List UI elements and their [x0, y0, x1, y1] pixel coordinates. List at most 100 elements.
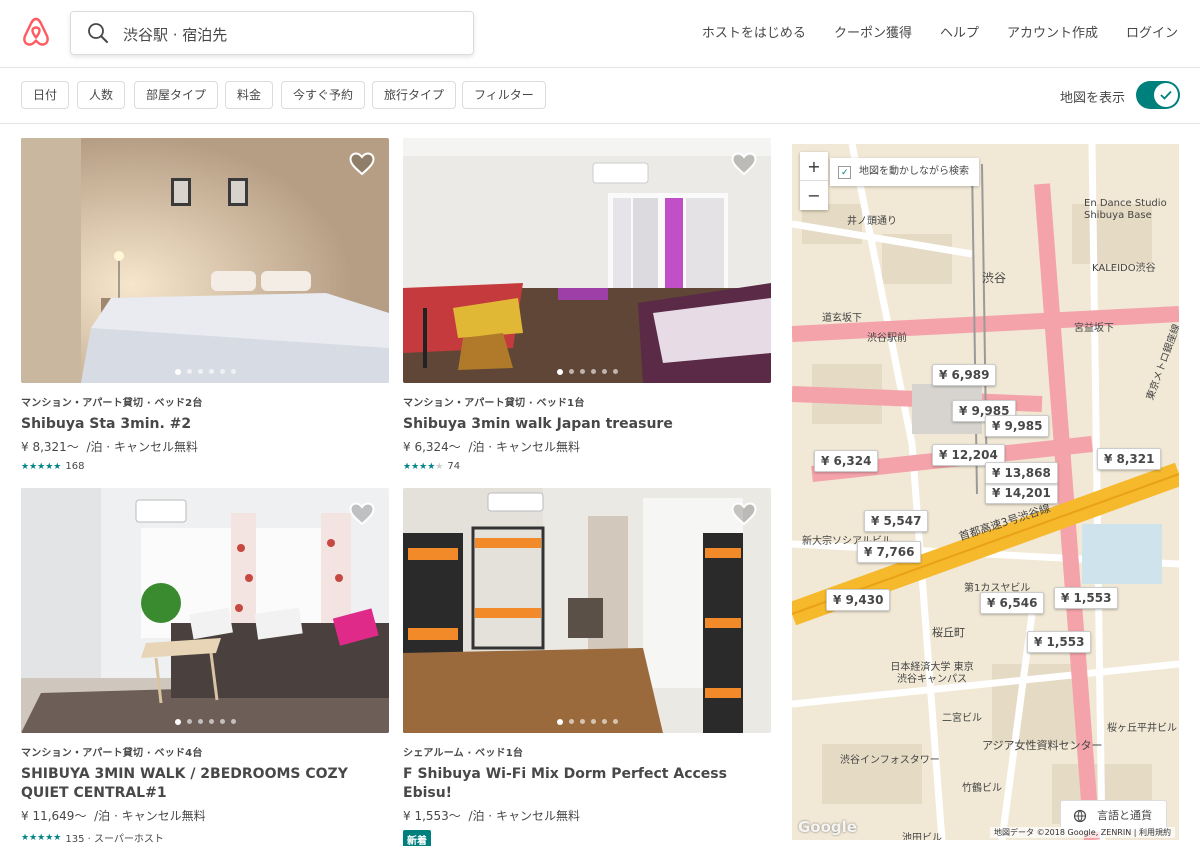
listing-title[interactable]: Shibuya 3min walk Japan treasure [403, 415, 771, 434]
toggle-knob [1154, 83, 1178, 107]
photo-carousel-dots[interactable] [403, 369, 771, 375]
map-label: 渋谷駅前 [867, 333, 907, 344]
heart-icon[interactable] [349, 152, 375, 176]
price-pin[interactable]: ¥ 8,321 [1097, 448, 1162, 470]
zoom-control: + − [800, 152, 828, 210]
listing-photo[interactable] [403, 488, 771, 733]
star-rating-icon: ★★★★★ [403, 461, 444, 472]
price-pin[interactable]: ¥ 14,201 [985, 482, 1058, 504]
filter-bar: 日付 人数 部屋タイプ 料金 今すぐ予約 旅行タイプ フィルター 地図を表示 [0, 68, 1200, 124]
map[interactable]: + − 地図を動かしながら検索 井ノ頭通り 渋谷 宮益坂下 道玄坂下 渋谷駅前 … [792, 144, 1179, 840]
map-label: 井ノ頭通り [847, 216, 897, 227]
map-label: 桜ヶ丘平井ビル [1107, 723, 1177, 734]
move-search-checkbox[interactable]: 地図を動かしながら検索 [830, 158, 979, 187]
nav-help[interactable]: ヘルプ [940, 22, 979, 41]
check-icon [1160, 90, 1172, 100]
search-input-text: 渋谷駅 · 宿泊先 [123, 26, 228, 44]
listing-price: ¥ 6,324〜 /泊 · キャンセル無料 [403, 440, 580, 454]
price-pin[interactable]: ¥ 6,546 [980, 592, 1045, 614]
listing-price: ¥ 8,321〜 /泊 · キャンセル無料 [21, 440, 198, 454]
listing-price: ¥ 1,553〜 /泊 · キャンセル無料 [403, 809, 580, 823]
nav-get-coupon[interactable]: クーポン獲得 [834, 22, 912, 41]
dorm-photo [403, 488, 771, 733]
search-icon [88, 23, 108, 43]
listing-price: ¥ 11,649〜 /泊 · キャンセル無料 [21, 809, 206, 823]
listing-rating: ★★★★★ 168 [21, 461, 389, 472]
listing-photo[interactable] [21, 138, 389, 383]
filter-more-button[interactable]: フィルター [462, 81, 546, 109]
map-label: 日本経済大学 東京渋谷キャンパス [890, 662, 974, 685]
listing-card[interactable]: マンション・アパート貸切 · ベッド1台 Shibuya 3min walk J… [403, 138, 771, 472]
filter-trip-type-button[interactable]: 旅行タイプ [372, 81, 457, 109]
listing-kind: マンション・アパート貸切 · ベッド4台 [21, 748, 203, 759]
living-room-photo [21, 488, 389, 733]
google-logo: Google [798, 818, 857, 836]
filter-dates-button[interactable]: 日付 [21, 81, 70, 109]
map-label: 池田ビル [902, 833, 942, 840]
map-label: 渋谷 [982, 271, 1007, 285]
zoom-out-button[interactable]: − [800, 181, 828, 210]
price-pin[interactable]: ¥ 13,868 [985, 462, 1058, 484]
price-pin[interactable]: ¥ 6,989 [932, 364, 997, 386]
room-photo [403, 138, 771, 383]
listing-card[interactable]: シェアルーム · ベッド1台 F Shibuya Wi-Fi Mix Dorm … [403, 488, 771, 846]
top-nav: ホストをはじめる クーポン獲得 ヘルプ アカウント作成 ログイン [674, 22, 1178, 41]
photo-carousel-dots[interactable] [403, 719, 771, 725]
map-label: 道玄坂下 [822, 313, 862, 324]
map-label: 桜丘町 [932, 626, 965, 639]
map-label: 二宮ビル [942, 713, 982, 724]
nav-become-host[interactable]: ホストをはじめる [702, 22, 806, 41]
search-input[interactable]: 渋谷駅 · 宿泊先 [70, 11, 474, 55]
bedroom-photo [21, 138, 389, 383]
price-pin[interactable]: ¥ 9,985 [985, 415, 1050, 437]
nav-sign-up[interactable]: アカウント作成 [1007, 22, 1098, 41]
price-pin[interactable]: ¥ 5,547 [864, 510, 929, 532]
listing-kind: シェアルーム · ベッド1台 [403, 748, 524, 759]
map-label: KALEIDO渋谷 [1092, 263, 1156, 274]
map-label: 渋谷インフォスタワー [840, 755, 940, 766]
heart-icon[interactable] [349, 502, 375, 526]
price-pin[interactable]: ¥ 1,553 [1054, 587, 1119, 609]
photo-carousel-dots[interactable] [21, 369, 389, 375]
globe-icon [1073, 809, 1087, 823]
map-label: 竹鶴ビル [962, 783, 1002, 794]
new-badge: 新着 [403, 830, 431, 846]
listing-rating: ★★★★★ 74 [403, 461, 771, 472]
airbnb-logo-icon[interactable] [22, 17, 50, 47]
heart-icon[interactable] [731, 152, 757, 176]
listing-title[interactable]: Shibuya Sta 3min. #2 [21, 415, 389, 434]
map-label: En Dance Studio Shibuya Base [1084, 198, 1167, 221]
photo-carousel-dots[interactable] [21, 719, 389, 725]
nav-log-in[interactable]: ログイン [1126, 22, 1178, 41]
filter-guests-button[interactable]: 人数 [77, 81, 126, 109]
map-toggle[interactable] [1136, 81, 1180, 109]
checkbox-icon [838, 159, 851, 187]
price-pin[interactable]: ¥ 1,553 [1027, 631, 1092, 653]
star-rating-icon: ★★★★★ [21, 832, 62, 843]
listing-photo[interactable] [403, 138, 771, 383]
language-currency-label: 言語と通貨 [1097, 809, 1152, 822]
filter-price-button[interactable]: 料金 [225, 81, 274, 109]
price-pin[interactable]: ¥ 7,766 [857, 541, 922, 563]
price-pin[interactable]: ¥ 6,324 [814, 450, 879, 472]
review-count: 168 [65, 461, 85, 472]
listing-card[interactable]: マンション・アパート貸切 · ベッド4台 SHIBUYA 3MIN WALK /… [21, 488, 389, 845]
star-rating-icon: ★★★★★ [21, 461, 62, 472]
listing-title[interactable]: SHIBUYA 3MIN WALK / 2BEDROOMS COZY QUIET… [21, 765, 389, 803]
listing-title[interactable]: F Shibuya Wi-Fi Mix Dorm Perfect Access … [403, 765, 771, 803]
heart-icon[interactable] [731, 502, 757, 526]
filter-room-type-button[interactable]: 部屋タイプ [134, 81, 219, 109]
map-toggle-label: 地図を表示 [1060, 91, 1126, 106]
map-label: アジア女性資料センター [982, 739, 1103, 752]
listing-photo[interactable] [21, 488, 389, 733]
review-count: 74 [447, 461, 461, 472]
review-count: 135 · スーパーホスト [65, 834, 164, 845]
filter-instant-book-button[interactable]: 今すぐ予約 [281, 81, 366, 109]
header: 渋谷駅 · 宿泊先 ホストをはじめる クーポン獲得 ヘルプ アカウント作成 ログ… [0, 0, 1200, 68]
price-pin[interactable]: ¥ 9,430 [826, 589, 891, 611]
listing-kind: マンション・アパート貸切 · ベッド1台 [403, 398, 585, 409]
move-search-label: 地図を動かしながら検索 [859, 166, 969, 177]
zoom-in-button[interactable]: + [800, 152, 828, 181]
listing-card[interactable]: マンション・アパート貸切 · ベッド2台 Shibuya Sta 3min. #… [21, 138, 389, 472]
map-credit[interactable]: 地図データ ©2018 Google, ZENRIN | 利用規約 [990, 827, 1175, 838]
